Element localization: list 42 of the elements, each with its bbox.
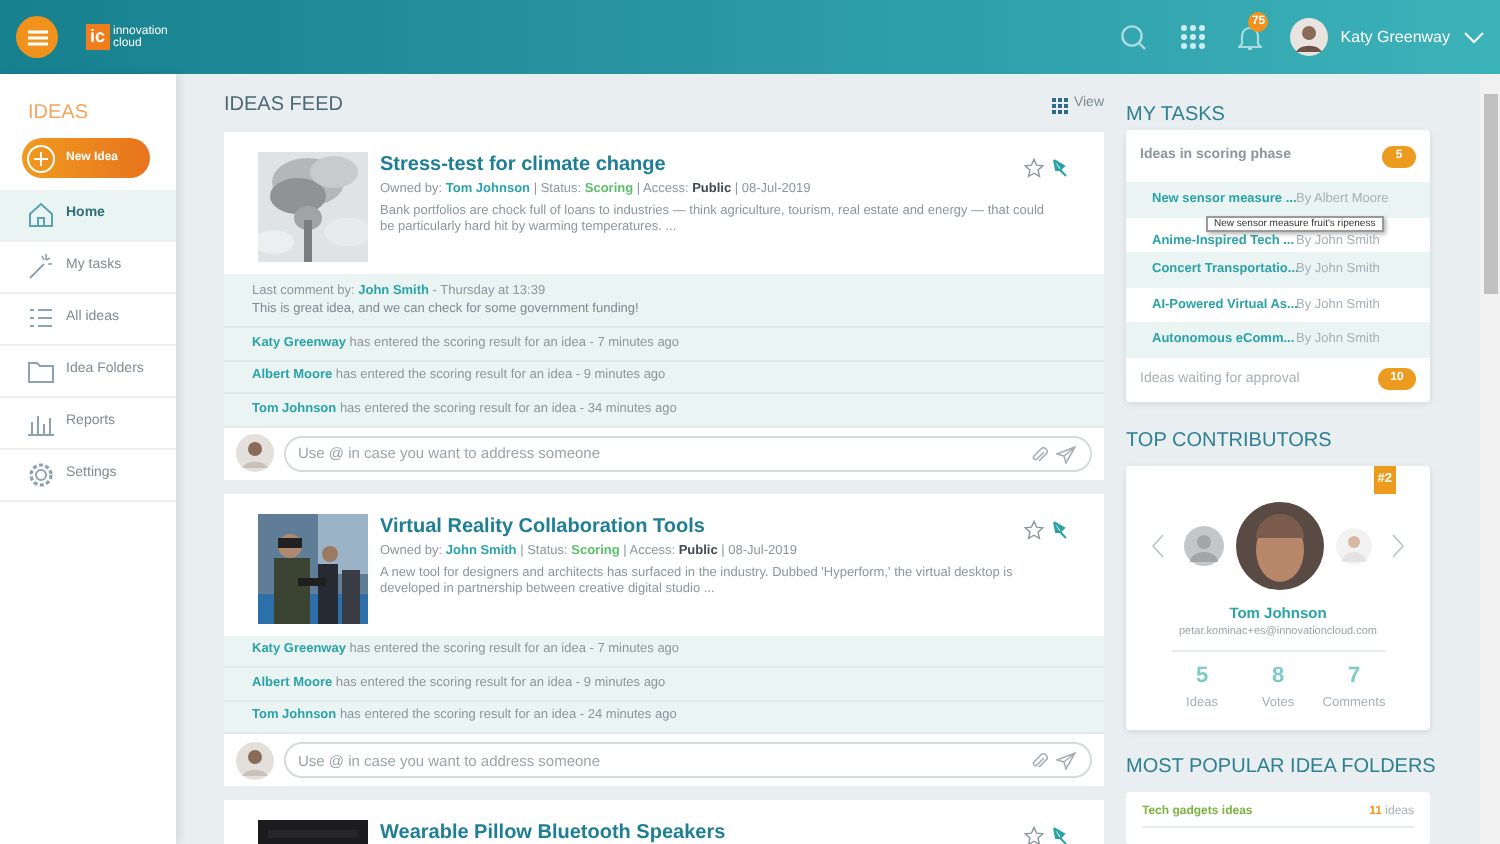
- stat-value: 8: [1271, 662, 1285, 693]
- send-icon[interactable]: [1056, 752, 1076, 770]
- gear-icon: [26, 460, 56, 490]
- star-icon[interactable]: [1024, 826, 1044, 844]
- pin-icon[interactable]: [1050, 826, 1070, 844]
- scrollbar[interactable]: [1480, 74, 1500, 844]
- magic-wand-icon: [26, 252, 56, 282]
- send-icon[interactable]: [1056, 445, 1076, 463]
- paperclip-icon[interactable]: [1030, 752, 1048, 770]
- menu-button[interactable]: [16, 16, 58, 58]
- stat-value: 5: [1195, 662, 1209, 693]
- section-title: MOST POPULAR IDEA FOLDERS: [1126, 753, 1430, 782]
- feed-title: IDEAS FEED: [224, 92, 343, 120]
- pin-icon[interactable]: [1050, 519, 1070, 539]
- user-name[interactable]: Katy Greenway: [1340, 25, 1450, 49]
- bell-icon[interactable]: [1238, 24, 1263, 50]
- grid-icon: [1051, 97, 1068, 113]
- chevron-down-icon[interactable]: [1464, 31, 1484, 43]
- stat-value: 7: [1347, 662, 1361, 693]
- star-icon[interactable]: [1024, 519, 1044, 539]
- idea-title[interactable]: Stress-test for climate change: [380, 152, 666, 180]
- chevron-right-icon[interactable]: [1392, 533, 1404, 558]
- paperclip-icon[interactable]: [1030, 445, 1048, 463]
- user-avatar: [236, 741, 274, 779]
- folder-icon: [26, 356, 56, 386]
- idea-title[interactable]: Virtual Reality Collaboration Tools: [380, 513, 705, 541]
- idea-title[interactable]: Wearable Pillow Bluetooth Speakers: [380, 820, 726, 844]
- plus-circle-icon: [26, 143, 56, 173]
- user-avatar: [236, 434, 274, 472]
- sidebar-title: IDEAS: [28, 100, 91, 128]
- search-icon[interactable]: [1120, 24, 1147, 50]
- section-title: MY TASKS: [1126, 102, 1227, 130]
- pin-icon[interactable]: [1050, 158, 1070, 178]
- house-icon: [26, 200, 56, 230]
- user-avatar[interactable]: [1290, 18, 1329, 56]
- chevron-left-icon[interactable]: [1152, 533, 1164, 558]
- section-title: TOP CONTRIBUTORS: [1126, 427, 1334, 456]
- contributor-avatar[interactable]: [1236, 501, 1324, 590]
- logo-mark: ic: [86, 24, 110, 50]
- apps-grid-icon[interactable]: [1180, 24, 1207, 50]
- menu-icon: [27, 29, 47, 45]
- star-icon[interactable]: [1024, 158, 1044, 178]
